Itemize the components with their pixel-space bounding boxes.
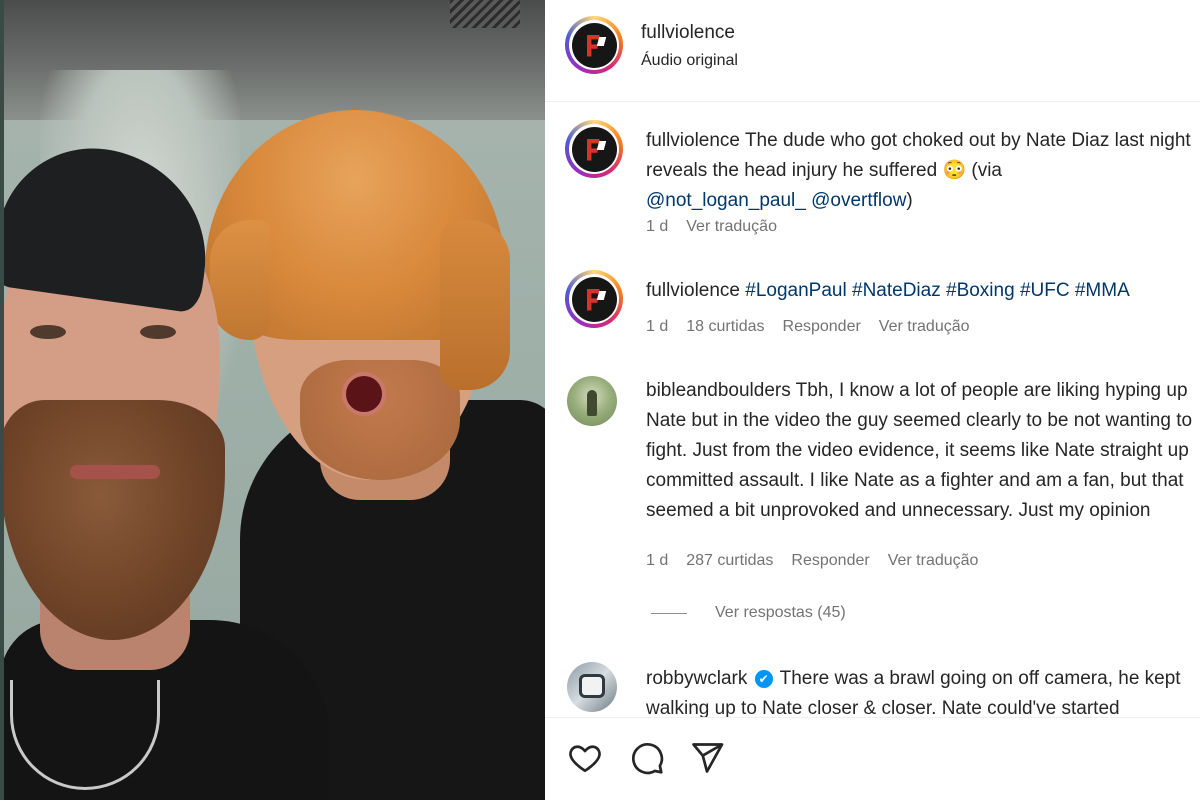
- comment-text: robbywclark ✔ There was a brawl going on…: [646, 664, 1200, 724]
- person-left-eye: [140, 325, 176, 339]
- verified-badge-icon: ✔: [754, 670, 773, 688]
- translate-link[interactable]: Ver tradução: [879, 318, 970, 336]
- comment-text: fullviolence #LoganPaul #NateDiaz #Boxin…: [646, 276, 1200, 306]
- frame-edge: [0, 0, 4, 800]
- replies-divider: [651, 612, 687, 614]
- reply-button[interactable]: Responder: [783, 318, 861, 336]
- fullviolence-logo-icon: [571, 22, 617, 68]
- comment-text: bibleandboulders Tbh, I know a lot of pe…: [646, 376, 1200, 526]
- fullviolence-logo-icon: [571, 276, 617, 322]
- commenter-avatar[interactable]: [565, 270, 623, 328]
- post-header: fullviolence Áudio original: [545, 0, 1200, 102]
- hashtag-link[interactable]: #MMA: [1075, 280, 1130, 301]
- commenter-avatar[interactable]: [567, 662, 617, 712]
- commenter-username[interactable]: robbywclark: [646, 668, 747, 689]
- comment-meta: 1 d 18 curtidas Responder Ver tradução: [646, 318, 970, 336]
- person-right-hair-side: [440, 220, 510, 390]
- caption-avatar[interactable]: [565, 120, 623, 178]
- comment-likes[interactable]: 287 curtidas: [686, 552, 773, 570]
- comment-meta: 1 d 287 curtidas Responder Ver tradução: [646, 552, 978, 570]
- caption-meta: 1 d Ver tradução: [646, 218, 777, 236]
- hashtag-link[interactable]: #Boxing: [946, 280, 1015, 301]
- share-icon[interactable]: [689, 740, 725, 776]
- video-player[interactable]: [0, 0, 545, 800]
- translate-link[interactable]: Ver tradução: [888, 552, 979, 570]
- person-left-mouth: [70, 465, 160, 479]
- audio-label[interactable]: Áudio original: [641, 52, 738, 70]
- comment-body: Tbh, I know a lot of people are liking h…: [646, 380, 1193, 521]
- author-username[interactable]: fullviolence: [641, 22, 735, 44]
- caption-username[interactable]: fullviolence: [646, 130, 740, 151]
- fullviolence-logo-icon: [571, 126, 617, 172]
- hashtag-link[interactable]: #LoganPaul: [745, 280, 846, 301]
- heart-icon[interactable]: [567, 740, 603, 776]
- post-panel: fullviolence Áudio original fullviolence…: [545, 0, 1200, 800]
- person-right-hair-fringe: [210, 220, 270, 340]
- caption-close: ): [906, 190, 913, 211]
- commenter-avatar[interactable]: [567, 376, 617, 426]
- person-right-mouth: [342, 372, 386, 416]
- person-left-eye: [30, 325, 66, 339]
- comment-time[interactable]: 1 d: [646, 318, 668, 336]
- commenter-username[interactable]: bibleandboulders: [646, 380, 791, 401]
- hashtag-link[interactable]: #UFC: [1020, 280, 1070, 301]
- view-replies-label[interactable]: Ver respostas (45): [715, 604, 846, 622]
- caption-text: fullviolence The dude who got choked out…: [646, 126, 1200, 216]
- caption-time[interactable]: 1 d: [646, 218, 668, 236]
- comment-likes[interactable]: 18 curtidas: [686, 318, 764, 336]
- action-bar: [545, 717, 1200, 800]
- author-avatar[interactable]: [565, 16, 623, 74]
- mention-link[interactable]: @not_logan_paul_: [646, 190, 806, 211]
- reply-button[interactable]: Responder: [791, 552, 869, 570]
- hashtag-link[interactable]: #NateDiaz: [852, 280, 941, 301]
- ceiling-vent: [450, 0, 520, 28]
- comment-time[interactable]: 1 d: [646, 552, 668, 570]
- commenter-username[interactable]: fullviolence: [646, 280, 740, 301]
- comment-icon[interactable]: [629, 740, 665, 776]
- person-left-beard: [0, 400, 225, 640]
- translate-link[interactable]: Ver tradução: [686, 218, 777, 236]
- view-replies-button[interactable]: Ver respostas (45): [651, 604, 846, 622]
- mention-link[interactable]: @overtflow: [811, 190, 906, 211]
